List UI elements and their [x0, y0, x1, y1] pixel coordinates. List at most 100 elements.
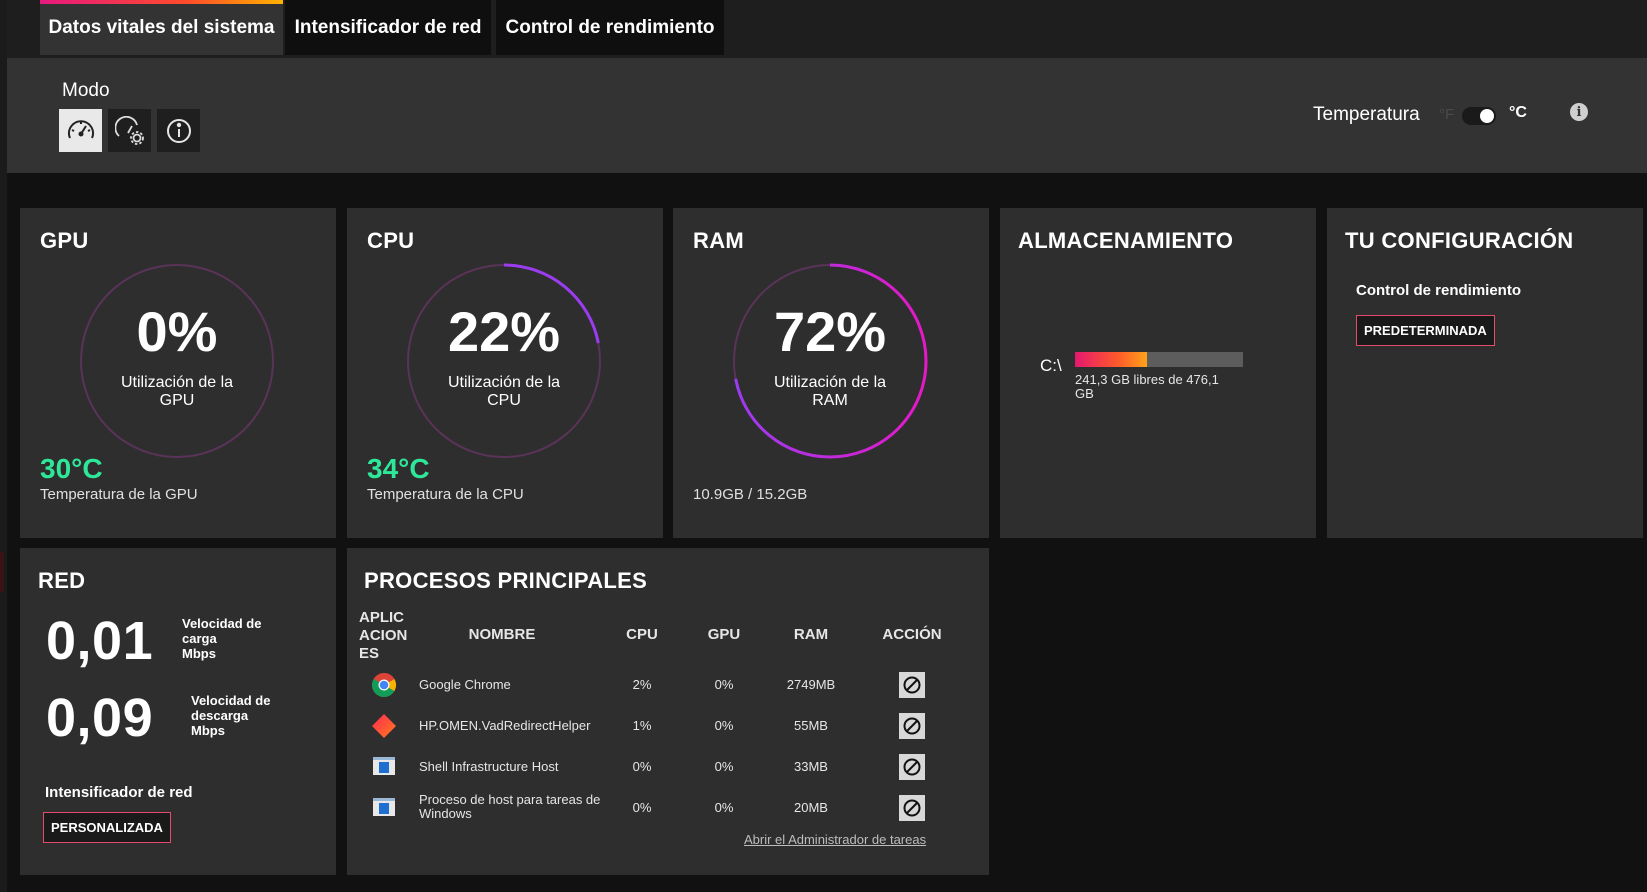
gpu-temperature-value: 30°C [40, 453, 103, 484]
mode-label: Modo [62, 80, 110, 101]
process-cpu: 0% [632, 800, 652, 815]
process-ram: 20MB [794, 800, 828, 815]
ram-card: RAM 72% Utilización de la RAM 10.9GB / 1… [673, 208, 989, 538]
network-title: RED [38, 568, 86, 593]
process-ram: 33MB [794, 759, 828, 774]
tab-performance-control[interactable]: Control de rendimiento [496, 0, 724, 55]
config-title: TU CONFIGURACIÓN [1345, 228, 1574, 253]
end-process-button[interactable] [899, 754, 925, 780]
header-panel: Modo Temperatura °F °C i [7, 58, 1647, 173]
temperature-label: Temperatura [1313, 104, 1420, 125]
end-process-button[interactable] [899, 713, 925, 739]
ram-title: RAM [693, 228, 745, 253]
network-booster-badge[interactable]: PERSONALIZADA [43, 812, 171, 843]
block-icon [903, 758, 921, 776]
omen-app-window: Datos vitales del sistema Intensificador… [0, 0, 1647, 892]
block-icon [903, 676, 921, 694]
upload-unit: Mbps [182, 646, 216, 661]
process-name: Google Chrome [419, 677, 511, 692]
storage-card: ALMACENAMIENTO C:\ 241,3 GB libres de 47… [1000, 208, 1316, 538]
drive-letter: C:\ [1040, 356, 1062, 375]
mode-speedometer-button[interactable] [59, 109, 102, 152]
process-cpu: 2% [632, 677, 652, 692]
tab-network-booster[interactable]: Intensificador de red [285, 0, 491, 55]
config-card: TU CONFIGURACIÓN Control de rendimiento … [1327, 208, 1643, 538]
tab-label: Datos vitales del sistema [48, 16, 275, 38]
process-gpu: 0% [714, 759, 734, 774]
cpu-utilization-label: Utilización de la CPU [447, 374, 561, 409]
storage-title: ALMACENAMIENTO [1018, 228, 1234, 253]
header-name: NOMBRE [468, 626, 536, 643]
network-card: RED 0,01 Velocidad de carga Mbps 0,09 Ve… [20, 548, 336, 875]
mode-info-button[interactable] [157, 109, 200, 152]
top-processes-card: PROCESOS PRINCIPALES APLIC ACION ES NOMB… [347, 548, 989, 875]
left-rail-marker [0, 552, 4, 592]
header-action: ACCIÓN [882, 626, 942, 643]
process-name: Proceso de host para tareas de Windows [419, 792, 601, 821]
header-gpu: GPU [707, 626, 741, 643]
cpu-temperature-label: Temperatura de la CPU [367, 486, 524, 503]
speedometer-icon [67, 119, 94, 138]
gpu-utilization-label: Utilización de la GPU [120, 374, 234, 409]
gpu-card: GPU 0% Utilización de la GPU 30°C Temper… [20, 208, 336, 538]
tab-label: Intensificador de red [294, 16, 482, 38]
tab-label: Control de rendimiento [505, 16, 715, 38]
drive-free-space: 241,3 GB libres de 476,1 GB [1075, 372, 1219, 401]
download-label-text: Velocidad de descarga [191, 693, 271, 723]
drive-usage-bar [1075, 352, 1243, 367]
tab-system-vitals[interactable]: Datos vitales del sistema [40, 0, 283, 55]
header-cpu: CPU [626, 626, 658, 643]
end-process-button[interactable] [899, 795, 925, 821]
end-process-button[interactable] [899, 672, 925, 698]
download-speed-value: 0,09 [46, 688, 154, 748]
process-gpu: 0% [714, 677, 734, 692]
process-cpu: 0% [632, 759, 652, 774]
upload-label-text: Velocidad de carga [182, 616, 262, 646]
cpu-gauge: 22% Utilización de la CPU [404, 261, 604, 461]
unit-celsius-label: °C [1509, 104, 1527, 121]
performance-control-label: Control de rendimiento [1356, 282, 1521, 299]
header-apps: APLIC ACION ES [359, 609, 408, 662]
performance-mode-badge[interactable]: PREDETERMINADA [1356, 315, 1495, 346]
chrome-icon [371, 673, 397, 698]
gpu-title: GPU [40, 228, 89, 253]
cpu-title: CPU [367, 228, 415, 253]
block-icon [903, 717, 921, 735]
temperature-unit-toggle[interactable] [1462, 107, 1496, 125]
drive-usage-fill [1075, 352, 1148, 367]
ram-percent: 72% [773, 300, 887, 363]
upload-speed-label: Velocidad de carga Mbps [182, 616, 292, 661]
process-name: HP.OMEN.VadRedirectHelper [419, 718, 591, 733]
mode-speedometer-gear-button[interactable] [108, 109, 151, 152]
network-booster-label: Intensificador de red [45, 784, 193, 801]
open-task-manager-link[interactable]: Abrir el Administrador de tareas [744, 832, 926, 847]
gpu-gauge: 0% Utilización de la GPU [77, 261, 277, 461]
gpu-temperature-label: Temperatura de la GPU [40, 486, 198, 503]
cpu-percent: 22% [447, 300, 561, 363]
header-ram: RAM [793, 626, 829, 643]
cpu-card: CPU 22% Utilización de la CPU 34°C Tempe… [347, 208, 663, 538]
ram-usage-text: 10.9GB / 15.2GB [693, 486, 808, 503]
process-gpu: 0% [714, 800, 734, 815]
process-gpu: 0% [714, 718, 734, 733]
gpu-percent: 0% [136, 300, 218, 363]
info-icon [166, 118, 191, 143]
block-icon [903, 799, 921, 817]
upload-speed-value: 0,01 [46, 611, 154, 671]
hp-omen-icon [372, 714, 396, 738]
ram-gauge: 72% Utilización de la RAM [730, 261, 930, 461]
tab-bar: Datos vitales del sistema Intensificador… [7, 0, 1647, 58]
process-name: Shell Infrastructure Host [419, 759, 559, 774]
process-ram: 2749MB [786, 677, 836, 692]
windows-app-icon [373, 757, 395, 775]
process-ram: 55MB [794, 718, 828, 733]
speedometer-gear-icon [114, 115, 144, 145]
windows-app-icon [373, 798, 395, 816]
unit-fahrenheit-label: °F [1439, 106, 1455, 123]
toggle-knob [1480, 109, 1494, 123]
download-speed-label: Velocidad de descarga Mbps [191, 693, 291, 738]
temperature-info-icon[interactable]: i [1570, 103, 1588, 121]
process-cpu: 1% [632, 718, 652, 733]
ram-utilization-label: Utilización de la RAM [773, 374, 887, 409]
processes-title: PROCESOS PRINCIPALES [364, 568, 648, 593]
